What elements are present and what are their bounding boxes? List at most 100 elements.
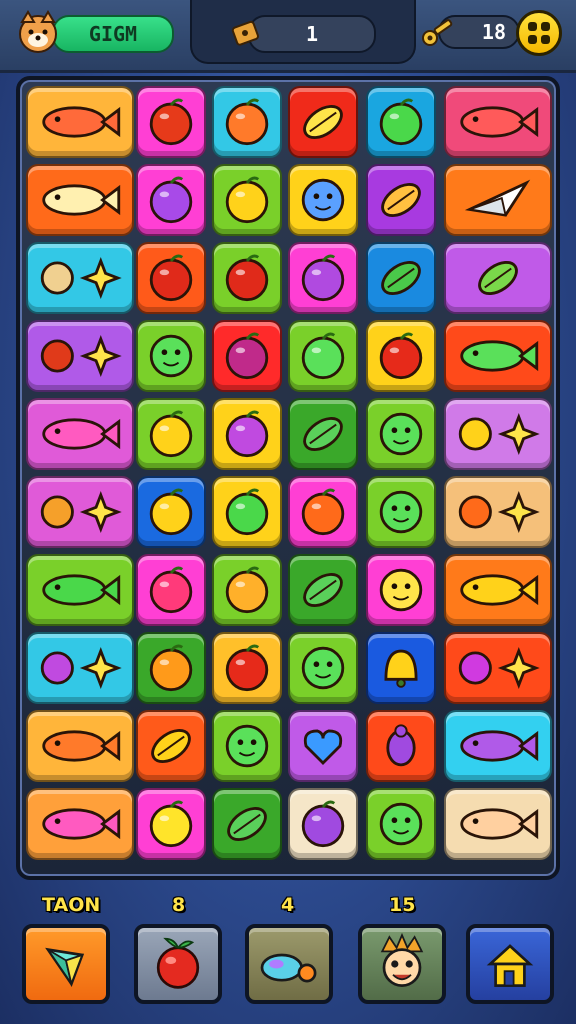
- smiley-tile[interactable]: [366, 398, 436, 470]
- fruit-tile[interactable]: [212, 320, 282, 392]
- leaf-tile[interactable]: [136, 710, 206, 782]
- smiley-tile[interactable]: [366, 788, 436, 860]
- fruit-tile[interactable]: [212, 554, 282, 626]
- leaf-icon: [303, 573, 343, 607]
- character-face-icon: [380, 932, 424, 987]
- fish-tile[interactable]: [444, 320, 552, 392]
- menu-grid-icon-cell: [528, 35, 537, 44]
- fruit-tile[interactable]: [212, 398, 282, 470]
- fruit-tile[interactable]: [136, 242, 206, 314]
- leaf-tile[interactable]: [444, 242, 552, 314]
- fish-tile[interactable]: [26, 554, 134, 626]
- fish-icon: [42, 184, 121, 216]
- fish-tile[interactable]: [444, 86, 552, 158]
- apple-icon: [156, 937, 200, 989]
- fruit-tile[interactable]: [212, 164, 282, 236]
- fruit-tile[interactable]: [136, 632, 206, 704]
- fruit-tile[interactable]: [136, 86, 206, 158]
- fish-icon: [42, 730, 121, 762]
- fish-icon: [42, 418, 121, 450]
- fish-tile[interactable]: [444, 554, 552, 626]
- leaf-tile[interactable]: [212, 788, 282, 860]
- fruit-tile[interactable]: [212, 86, 282, 158]
- powerup-3-label: 4: [281, 894, 295, 916]
- menu-grid-icon-cell: [541, 35, 550, 44]
- fruit-icon: [225, 176, 269, 224]
- smiley-icon: [379, 568, 423, 612]
- fish-icon: [460, 340, 539, 372]
- menu-grid-button[interactable]: [516, 10, 562, 56]
- smiley-tile[interactable]: [288, 632, 358, 704]
- leaf-icon: [381, 261, 421, 295]
- character-powerup-button[interactable]: [358, 924, 446, 1004]
- origami-tile[interactable]: [444, 164, 552, 236]
- fruit-tile[interactable]: [366, 320, 436, 392]
- heart-tile[interactable]: [288, 710, 358, 782]
- bug-icon: [386, 724, 416, 767]
- fruit-icon: [225, 488, 269, 536]
- bug-tile[interactable]: [366, 710, 436, 782]
- fruit-tile[interactable]: [288, 788, 358, 860]
- fish-icon: [42, 808, 121, 840]
- fish-tile[interactable]: [26, 398, 134, 470]
- fruit-tile[interactable]: [136, 164, 206, 236]
- sun-house-tile[interactable]: [444, 476, 552, 548]
- fish-tile[interactable]: [26, 788, 134, 860]
- leaf-tile[interactable]: [288, 398, 358, 470]
- fish-tile[interactable]: [444, 788, 552, 860]
- smiley-tile[interactable]: [212, 710, 282, 782]
- fruit-tile[interactable]: [136, 476, 206, 548]
- apple-powerup-button[interactable]: [134, 924, 222, 1004]
- fish-tile[interactable]: [26, 164, 134, 236]
- smiley-tile[interactable]: [366, 554, 436, 626]
- fish-icon: [460, 730, 539, 762]
- leaf-tile[interactable]: [366, 242, 436, 314]
- fruit-tile[interactable]: [288, 476, 358, 548]
- fruit-tile[interactable]: [136, 554, 206, 626]
- fruit-icon: [149, 98, 193, 146]
- fruit-icon: [149, 644, 193, 692]
- fruit-tile[interactable]: [366, 86, 436, 158]
- smiley-icon: [149, 334, 193, 378]
- leaf-tile[interactable]: [288, 86, 358, 158]
- leaf-tile[interactable]: [288, 554, 358, 626]
- smiley-icon: [301, 646, 345, 690]
- leaf-icon: [303, 417, 343, 451]
- fruit-tile[interactable]: [288, 242, 358, 314]
- fruit-tile[interactable]: [212, 632, 282, 704]
- smiley-tile[interactable]: [366, 476, 436, 548]
- fruit-icon: [149, 410, 193, 458]
- fruit-tile[interactable]: [136, 788, 206, 860]
- gem-powerup-button[interactable]: [22, 924, 110, 1004]
- fish-tile[interactable]: [26, 86, 134, 158]
- fruit-icon: [225, 98, 269, 146]
- rocket-tile[interactable]: [26, 320, 134, 392]
- home-button[interactable]: [466, 924, 554, 1004]
- star-pencil-icon: [458, 413, 540, 455]
- gear-star-tile[interactable]: [444, 632, 552, 704]
- gear-star-tile[interactable]: [26, 632, 134, 704]
- bell-tile[interactable]: [366, 632, 436, 704]
- snail-powerup-button[interactable]: [245, 924, 333, 1004]
- smiley-tile[interactable]: [288, 164, 358, 236]
- home-icon: [486, 944, 534, 987]
- fruit-tile[interactable]: [288, 320, 358, 392]
- fruit-tile[interactable]: [212, 476, 282, 548]
- fish-tile[interactable]: [444, 710, 552, 782]
- smiley-tile[interactable]: [136, 320, 206, 392]
- fruit-icon: [149, 488, 193, 536]
- fruit-tile[interactable]: [212, 242, 282, 314]
- fish-tile[interactable]: [26, 710, 134, 782]
- player-avatar-icon[interactable]: [14, 8, 62, 56]
- box-star-tile[interactable]: [26, 242, 134, 314]
- fruit-icon: [379, 332, 423, 380]
- fruit-icon: [225, 254, 269, 302]
- pencil-icon: [40, 491, 122, 533]
- leaf-tile[interactable]: [366, 164, 436, 236]
- sun-house-icon: [458, 491, 540, 533]
- fruit-icon: [149, 566, 193, 614]
- fruit-tile[interactable]: [136, 398, 206, 470]
- star-pencil-tile[interactable]: [444, 398, 552, 470]
- player-name-text: GIGM: [88, 22, 138, 46]
- pencil-tile[interactable]: [26, 476, 134, 548]
